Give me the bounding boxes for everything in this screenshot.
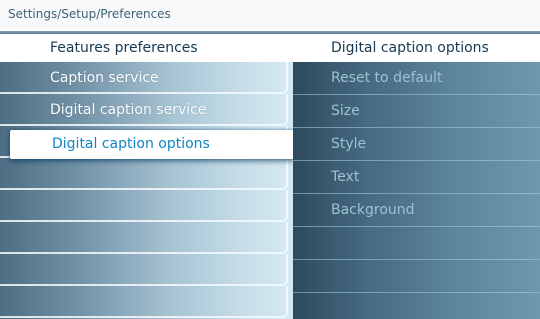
right-column-header: Digital caption options: [293, 34, 540, 62]
option-size[interactable]: Size: [293, 95, 540, 128]
menu-item-digital-caption-service[interactable]: Digital caption service: [0, 94, 288, 126]
menu-item-empty: [0, 286, 288, 318]
option-style[interactable]: Style: [293, 128, 540, 161]
menu-item-empty: [0, 158, 288, 190]
option-label: Style: [331, 136, 367, 152]
menu-item-digital-caption-options-selected[interactable]: Digital caption options: [10, 130, 294, 159]
option-reset-to-default[interactable]: Reset to default: [293, 62, 540, 95]
option-empty: [293, 227, 540, 260]
menu-item-empty: [0, 254, 288, 286]
option-label: Background: [331, 202, 415, 218]
menu-item-caption-service[interactable]: Caption service: [0, 62, 288, 94]
option-label: Size: [331, 103, 360, 119]
menu-item-label: Digital caption options: [52, 136, 210, 152]
option-text[interactable]: Text: [293, 161, 540, 194]
breadcrumb: Settings/Setup/Preferences: [0, 0, 540, 29]
menu-item-label: Caption service: [50, 70, 159, 86]
option-empty: [293, 260, 540, 293]
option-empty: [293, 293, 540, 319]
menu-item-empty: [0, 190, 288, 222]
menu-item-label: Digital caption service: [50, 102, 207, 118]
left-column-header: Features preferences: [0, 34, 293, 62]
option-label: Text: [331, 169, 360, 185]
menu-item-empty: [0, 222, 288, 254]
option-background[interactable]: Background: [293, 194, 540, 227]
left-menu-panel: Caption service Digital caption service: [0, 62, 293, 319]
option-label: Reset to default: [331, 70, 443, 86]
right-options-panel: Reset to default Size Style Text Backgro…: [293, 62, 540, 319]
